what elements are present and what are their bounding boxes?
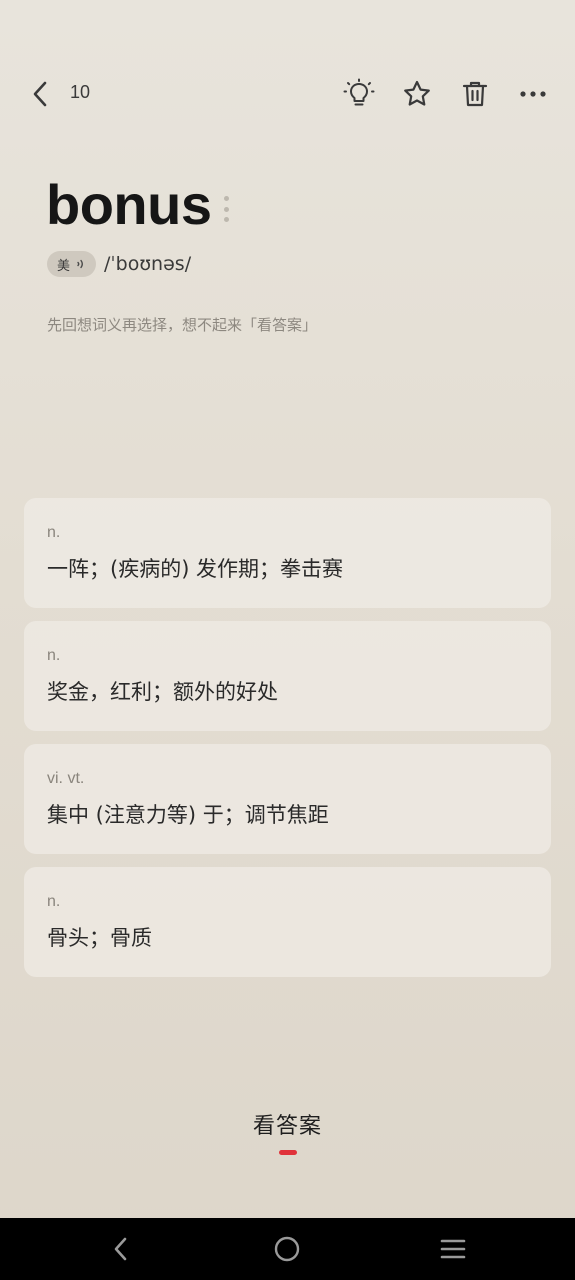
system-back-button[interactable] — [104, 1232, 138, 1266]
trash-icon — [462, 81, 488, 107]
dot — [223, 196, 229, 201]
part-of-speech: n. — [47, 647, 61, 664]
pronunciation-play-button[interactable]: 美 — [47, 251, 97, 277]
more-button[interactable] — [515, 76, 551, 112]
more-horizontal-icon — [520, 91, 546, 97]
instruction-hint: 先回想词义再选择，想不起来「看答案」 — [47, 316, 318, 334]
sound-wave-icon — [77, 259, 84, 269]
chevron-left-icon — [33, 81, 47, 107]
back-button[interactable] — [24, 78, 56, 110]
option-card[interactable]: vi. vt. 集中 (注意力等) 于；调节焦距 — [24, 744, 551, 854]
star-icon — [404, 80, 430, 106]
show-answer-button[interactable]: 看答案 — [0, 1108, 575, 1155]
option-meaning: 骨头；骨质 — [47, 926, 152, 950]
hamburger-menu-icon — [440, 1239, 466, 1259]
circle-home-icon — [274, 1236, 300, 1262]
option-card[interactable]: n. 一阵；(疾病的) 发作期；拳击赛 — [24, 498, 551, 608]
answer-underline-indicator — [278, 1150, 297, 1155]
word-title: bonus — [46, 173, 212, 236]
lightbulb-icon — [343, 78, 375, 106]
progress-counter: 10 — [70, 82, 91, 102]
dot — [223, 217, 229, 222]
option-meaning: 一阵；(疾病的) 发作期；拳击赛 — [47, 557, 344, 581]
delete-button[interactable] — [457, 76, 493, 112]
hint-button[interactable] — [341, 76, 377, 112]
dot — [223, 206, 229, 212]
accent-label: 美 — [57, 258, 71, 274]
part-of-speech: n. — [47, 893, 61, 910]
system-navigation-bar — [0, 1218, 575, 1280]
show-answer-label: 看答案 — [252, 1114, 322, 1139]
triangle-back-icon — [114, 1237, 127, 1261]
part-of-speech: n. — [47, 524, 61, 541]
phonetic-text: /ˈboʊnəs/ — [104, 253, 192, 275]
option-meaning: 奖金，红利；额外的好处 — [47, 680, 278, 704]
meaning-options: n. 一阵；(疾病的) 发作期；拳击赛 n. 奖金，红利；额外的好处 vi. v… — [24, 498, 551, 990]
word-options-handle[interactable] — [222, 196, 230, 222]
part-of-speech: vi. vt. — [47, 770, 85, 787]
option-card[interactable]: n. 骨头；骨质 — [24, 867, 551, 977]
top-bar: 10 — [0, 70, 575, 118]
system-home-button[interactable] — [270, 1232, 304, 1266]
top-actions — [341, 76, 551, 112]
option-meaning: 集中 (注意力等) 于；调节焦距 — [47, 803, 329, 827]
pronunciation-row: 美 /ˈboʊnəs/ — [47, 250, 191, 278]
option-card[interactable]: n. 奖金，红利；额外的好处 — [24, 621, 551, 731]
system-menu-button[interactable] — [436, 1232, 470, 1266]
favorite-button[interactable] — [399, 76, 435, 112]
